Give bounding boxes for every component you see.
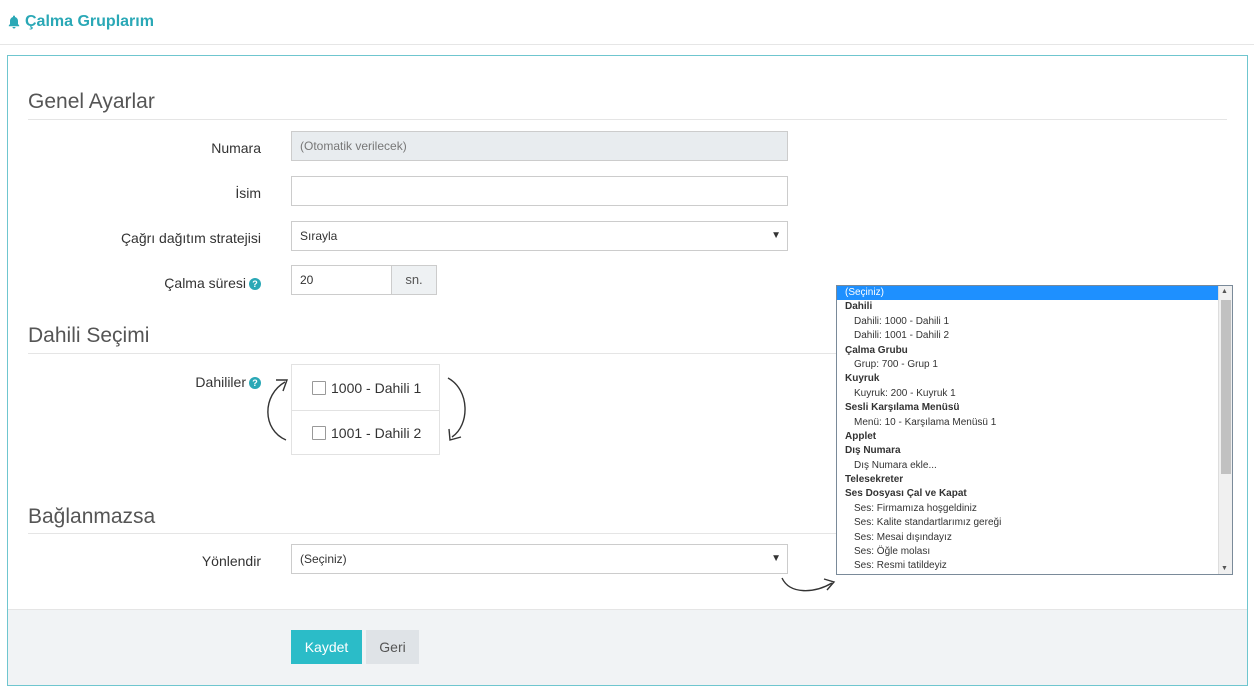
dropdown-group-label: Dahili (845, 301, 873, 313)
section-extensions-title: Dahili Seçimi (28, 324, 150, 347)
dropdown-group-label: Çalma Grubu (845, 344, 908, 356)
name-label: İsim (235, 185, 261, 201)
dropdown-option[interactable]: Dahili: 1000 - Dahili 1 (837, 315, 1232, 329)
redirect-select[interactable]: (Seçiniz) ▼ (291, 544, 788, 574)
dropdown-option[interactable]: Grup: 700 - Grup 1 (837, 358, 1232, 372)
extensions-label-text: Dahililer (195, 374, 246, 390)
ring-time-label-text: Çalma süresi (164, 275, 246, 291)
strategy-value: Sırayla (300, 229, 338, 243)
redirect-dropdown-list[interactable]: (Seçiniz) Dahili Dahili: 1000 - Dahili 1 Da… (836, 285, 1233, 575)
extension-option[interactable]: 1001 - Dahili 2 (292, 410, 439, 455)
dropdown-option[interactable]: Dahili: 1001 - Dahili 2 (837, 329, 1232, 343)
dropdown-group-label: Kuyruk (845, 373, 880, 385)
dropdown-option[interactable]: Menü: 10 - Karşılama Menüsü 1 (837, 416, 1232, 430)
ring-time-unit: sn. (392, 265, 437, 295)
back-button[interactable]: Geri (366, 630, 419, 664)
number-label: Numara (211, 140, 261, 156)
name-input[interactable] (291, 176, 788, 206)
ring-time-input[interactable]: 20 (291, 265, 392, 295)
number-placeholder: (Otomatik verilecek) (300, 139, 407, 153)
dropdown-option[interactable]: (Seçiniz) (837, 286, 1218, 301)
section-general-title: Genel Ayarlar (28, 90, 155, 113)
dropdown-option[interactable]: Ses: Kalite standartlarımız gereği (837, 516, 1232, 530)
strategy-label: Çağrı dağıtım stratejisi (120, 230, 261, 246)
save-button[interactable]: Kaydet (291, 630, 362, 664)
dropdown-group-label: Telesekreter (845, 474, 904, 486)
page-header: Çalma Gruplarım (0, 0, 1254, 45)
form-footer: Kaydet Geri (8, 609, 1247, 685)
number-input[interactable]: (Otomatik verilecek) (291, 131, 788, 161)
ring-time-label: Çalma süresi? (8, 275, 261, 291)
extensions-checkbox-group: 1000 - Dahili 1 1001 - Dahili 2 (291, 364, 440, 455)
strategy-select[interactable]: Sırayla ▼ (291, 221, 788, 251)
dropdown-group-label: Ses Dosyası Çal ve Kapat (845, 488, 967, 500)
caret-down-icon: ▼ (771, 553, 781, 564)
dropdown-group-label: Applet (845, 430, 877, 442)
page-title: Çalma Gruplarım (8, 13, 154, 31)
checkbox[interactable] (312, 426, 326, 440)
dropdown-option[interactable]: Ses: Firmamıza hoşgeldiniz (837, 502, 1232, 516)
dropdown-option[interactable]: Ses: Öğle molası (837, 545, 1232, 559)
dropdown-option[interactable]: Ses: Mesai dışındayız (837, 531, 1232, 545)
dropdown-option[interactable]: Ses: Resmi tatildeyiz (837, 559, 1232, 573)
dropdown-items: (Seçiniz) Dahili Dahili: 1000 - Dahili 1 Da… (837, 286, 1232, 574)
extension-option-label: 1001 - Dahili 2 (331, 425, 422, 441)
checkbox[interactable] (312, 380, 326, 395)
dropdown-group-label: Dış Numara (845, 445, 901, 457)
bell-icon (8, 15, 20, 29)
redirect-label: Yönlendir (201, 553, 261, 569)
scroll-thumb[interactable] (1221, 300, 1231, 474)
section-divider (28, 119, 1227, 120)
question-circle-icon[interactable]: ? (249, 278, 261, 290)
page-title-text: Çalma Gruplarım (25, 13, 154, 30)
section-no-answer-title: Bağlanmazsa (28, 505, 156, 528)
extensions-label: Dahililer? (8, 374, 261, 390)
scroll-up-icon[interactable]: ▲ (1221, 288, 1228, 295)
question-circle-icon[interactable]: ? (249, 377, 261, 389)
caret-down-icon: ▼ (771, 230, 781, 241)
extension-option[interactable]: 1000 - Dahili 1 (292, 365, 439, 410)
dropdown-option[interactable]: Dış Numara ekle... (837, 459, 1232, 473)
redirect-value: (Seçiniz) (300, 552, 347, 566)
extension-option-label: 1000 - Dahili 1 (331, 379, 422, 396)
dropdown-option[interactable]: Kuyruk: 200 - Kuyruk 1 (837, 387, 1232, 401)
scroll-down-icon[interactable]: ▼ (1221, 565, 1228, 572)
dropdown-group-label: Sesli Karşılama Menüsü (845, 402, 960, 414)
scrollbar[interactable]: ▲ ▼ (1218, 286, 1232, 574)
